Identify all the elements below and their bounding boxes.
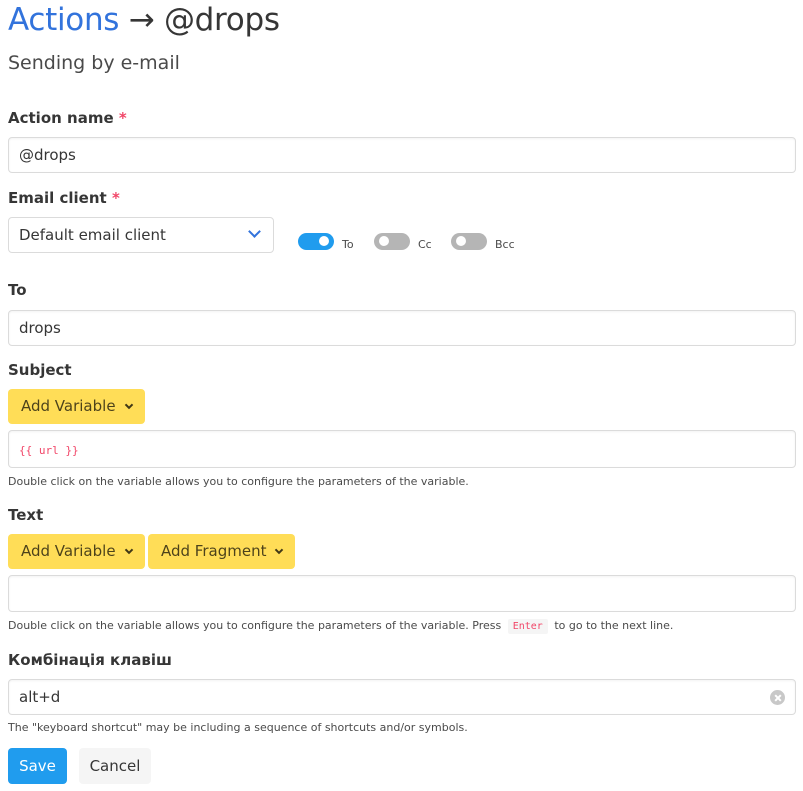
subject-help-text: Double click on the variable allows you …: [8, 475, 469, 488]
toggle-switch-to[interactable]: [298, 232, 334, 250]
action-name-value: @drops: [19, 146, 76, 164]
clear-icon[interactable]: [770, 690, 785, 705]
toggle-to[interactable]: To: [298, 231, 354, 251]
subject-input[interactable]: {{ url }}: [8, 430, 796, 468]
cancel-button[interactable]: Cancel: [79, 748, 151, 784]
toggle-label-bcc: Bcc: [495, 237, 515, 251]
save-button[interactable]: Save: [8, 748, 67, 784]
toggle-label-cc: Cc: [418, 237, 432, 251]
text-label: Text: [8, 506, 44, 524]
to-value: drops: [19, 319, 61, 337]
text-help-after: to go to the next line.: [554, 619, 674, 632]
action-name-label: Action name *: [8, 108, 127, 128]
to-label: To: [8, 281, 27, 299]
action-name-input[interactable]: @drops: [8, 137, 796, 173]
text-help-before: Double click on the variable allows you …: [8, 619, 502, 632]
text-help-text: Double click on the variable allows you …: [8, 619, 673, 634]
email-client-select[interactable]: Default email client: [8, 217, 274, 253]
page-subtitle: Sending by e-mail: [8, 52, 180, 74]
breadcrumb-actions-link[interactable]: Actions: [8, 2, 119, 38]
email-client-label-text: Email client: [8, 189, 107, 207]
text-input[interactable]: [8, 575, 796, 612]
page-title: Actions → @drops: [8, 0, 280, 40]
toggle-knob: [319, 236, 329, 246]
to-input[interactable]: drops: [8, 310, 796, 346]
toggle-bcc[interactable]: Bcc: [451, 231, 515, 251]
subject-add-variable-button[interactable]: Add Variable: [8, 389, 145, 424]
chevron-down-icon: [124, 400, 133, 410]
email-client-selected: Default email client: [19, 226, 166, 244]
chevron-down-icon: [275, 545, 284, 555]
email-client-label: Email client *: [8, 188, 120, 208]
text-add-fragment-button[interactable]: Add Fragment: [148, 534, 296, 569]
enter-key-hint: Enter: [507, 619, 548, 634]
toggle-switch-cc[interactable]: [374, 232, 410, 250]
toggle-label-to: To: [342, 237, 354, 251]
toggle-switch-bcc[interactable]: [451, 232, 487, 250]
chevron-down-icon: [124, 545, 133, 555]
breadcrumb-separator: →: [128, 2, 155, 38]
toggle-cc[interactable]: Cc: [374, 231, 432, 251]
chevron-down-icon: [248, 225, 261, 238]
action-title: @drops: [163, 2, 280, 38]
required-mark: *: [111, 189, 120, 207]
add-fragment-label: Add Fragment: [161, 542, 267, 560]
toggle-knob: [379, 236, 389, 246]
shortcut-input[interactable]: alt+d: [8, 679, 796, 715]
shortcut-label: Комбінація клавіш: [8, 651, 172, 669]
text-add-variable-button[interactable]: Add Variable: [8, 534, 145, 569]
toggle-knob: [456, 236, 466, 246]
required-mark: *: [118, 109, 127, 127]
shortcut-help-text: The "keyboard shortcut" may be including…: [8, 721, 468, 734]
subject-variable-token[interactable]: {{ url }}: [19, 444, 79, 457]
add-variable-label: Add Variable: [21, 542, 116, 560]
action-name-label-text: Action name: [8, 109, 114, 127]
subject-label: Subject: [8, 361, 72, 379]
add-variable-label: Add Variable: [21, 397, 116, 415]
shortcut-value: alt+d: [19, 688, 61, 706]
